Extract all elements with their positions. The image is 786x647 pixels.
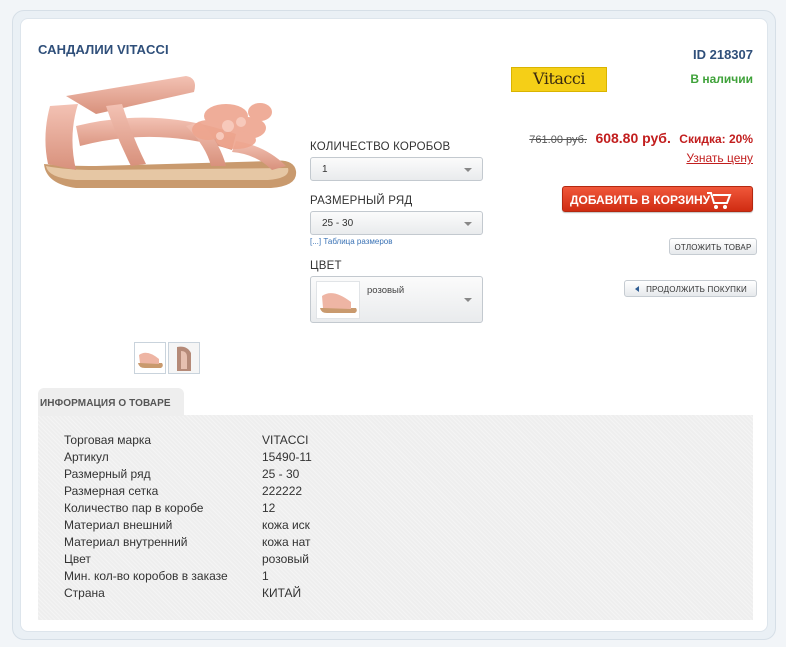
size-select[interactable]: 25 - 30 <box>310 211 483 235</box>
spec-value: 25 - 30 <box>262 467 300 481</box>
spec-label: Мин. кол-во коробов в заказе <box>64 569 228 583</box>
product-main-image[interactable] <box>36 66 304 226</box>
boxes-label: КОЛИЧЕСТВО КОРОБОВ <box>310 141 451 153</box>
brand-logo-text: Vitacci <box>533 69 585 88</box>
spec-label: Размерный ряд <box>64 467 151 481</box>
product-title: САНДАЛИИ VITACCI <box>38 42 169 57</box>
spec-label: Количество пар в коробе <box>64 501 204 515</box>
thumbnail-2[interactable] <box>168 342 200 374</box>
new-price: 608.80 руб. <box>595 130 671 146</box>
brand-logo[interactable]: Vitacci <box>511 67 607 92</box>
add-to-cart-button[interactable]: ДОБАВИТЬ В КОРЗИНУ <box>562 186 753 212</box>
spec-label: Артикул <box>64 450 109 464</box>
spec-value: КИТАЙ <box>262 586 302 600</box>
product-id: ID 218307 <box>693 47 753 62</box>
stock-status: В наличии <box>690 72 753 86</box>
spec-value: VITACCI <box>262 433 309 447</box>
arrow-left-icon <box>635 286 639 292</box>
continue-shopping-button[interactable]: ПРОДОЛЖИТЬ ПОКУПКИ <box>624 280 757 297</box>
chevron-down-icon <box>464 168 472 172</box>
defer-button[interactable]: ОТЛОЖИТЬ ТОВАР <box>669 238 757 255</box>
chevron-down-icon <box>464 222 472 226</box>
spec-value: 222222 <box>262 484 303 498</box>
find-price-link[interactable]: Узнать цену <box>686 151 753 165</box>
color-value: розовый <box>367 285 405 296</box>
size-label: РАЗМЕРНЫЙ РЯД <box>310 195 413 207</box>
price-row: 761.00 руб. 608.80 руб. Скидка: 20% <box>529 130 753 148</box>
spec-value: розовый <box>262 552 309 566</box>
spec-label: Материал внешний <box>64 518 173 532</box>
cart-icon <box>707 192 732 209</box>
spec-label: Цвет <box>64 552 91 566</box>
old-price: 761.00 руб. <box>529 134 587 146</box>
add-to-cart-label: ДОБАВИТЬ В КОРЗИНУ <box>570 193 711 207</box>
spec-value: 15490-11 <box>262 450 312 464</box>
tab-product-info[interactable]: ИНФОРМАЦИЯ О ТОВАРЕ <box>38 388 184 416</box>
color-swatch-image <box>316 281 360 319</box>
spec-value: кожа нат <box>262 535 311 549</box>
spec-value: 1 <box>262 569 269 583</box>
boxes-value: 1 <box>322 164 328 175</box>
spec-value: кожа иск <box>262 518 310 532</box>
spec-label: Страна <box>64 586 105 600</box>
spec-label: Материал внутренний <box>64 535 188 549</box>
size-table-link[interactable]: [...] Таблица размеров <box>310 237 393 246</box>
spec-label: Торговая марка <box>64 433 152 447</box>
color-select[interactable]: розовый <box>310 276 483 323</box>
thumbnail-1[interactable] <box>134 342 166 374</box>
discount-badge: Скидка: 20% <box>679 132 753 146</box>
spec-label: Размерная сетка <box>64 484 159 498</box>
color-label: ЦВЕТ <box>310 260 342 272</box>
continue-shopping-label: ПРОДОЛЖИТЬ ПОКУПКИ <box>646 285 747 294</box>
size-value: 25 - 30 <box>322 218 354 229</box>
spec-value: 12 <box>262 501 276 515</box>
chevron-down-icon <box>464 298 472 302</box>
boxes-select[interactable]: 1 <box>310 157 483 181</box>
